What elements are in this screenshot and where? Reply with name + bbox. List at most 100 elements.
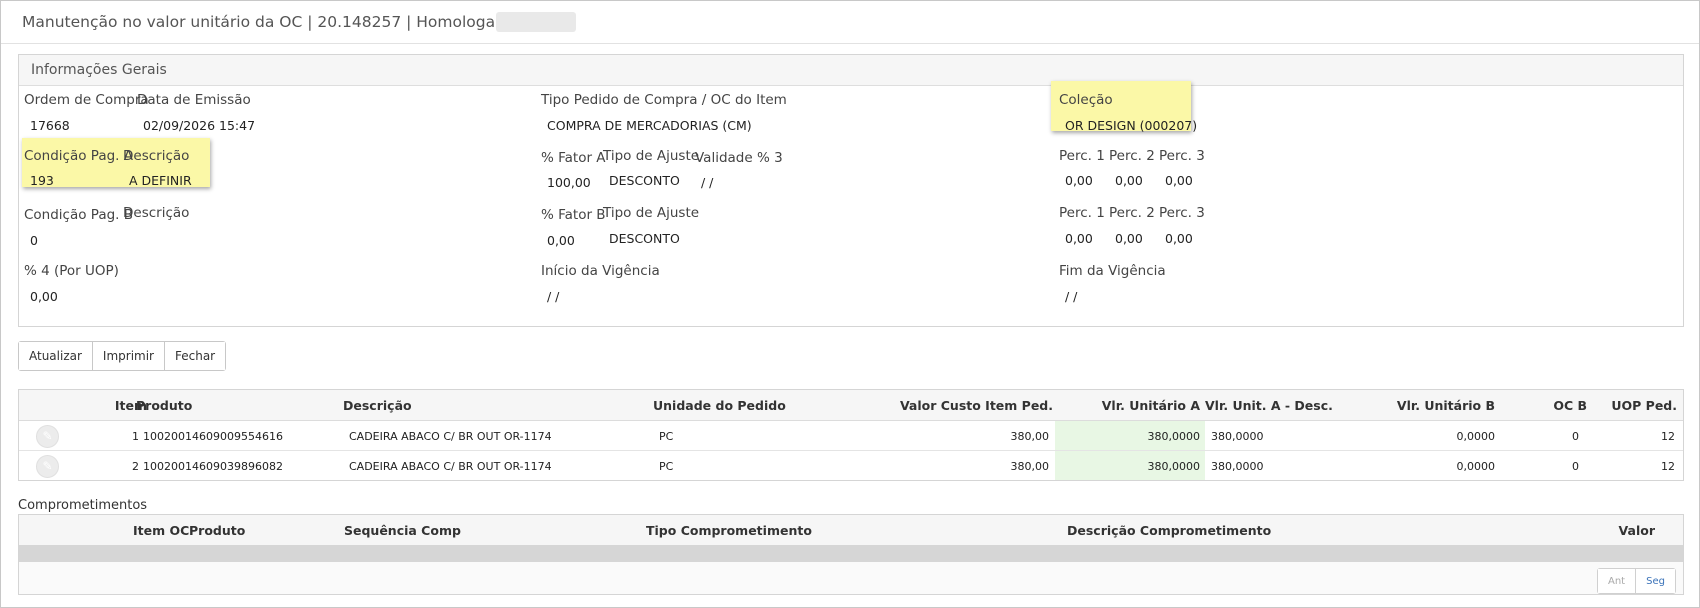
perc-b-1-label: Perc. 1 (1059, 205, 1105, 221)
row-oc-b: 0 (1572, 430, 1579, 443)
col-vlr-unit-b: Vlr. Unitário B (1396, 398, 1495, 413)
perc-a-3-label: Perc. 3 (1159, 148, 1205, 164)
commitments-table: Item OC Produto Sequência Comp Tipo Comp… (18, 514, 1684, 595)
perc-b-2-label: Perc. 2 (1109, 205, 1155, 221)
ordem-compra-value: 17668 (30, 118, 70, 133)
action-toolbar: Atualizar Imprimir Fechar (18, 341, 227, 371)
inicio-vigencia-label: Início da Vigência (541, 263, 660, 279)
fechar-button[interactable]: Fechar (165, 342, 226, 370)
app-window: Manutenção no valor unitário da OC | 20.… (0, 0, 1700, 608)
page-title: Manutenção no valor unitário da OC | 20.… (22, 13, 533, 31)
general-info-title: Informações Gerais (31, 62, 167, 78)
row-vlr-unit-a-desc: 380,0000 (1211, 460, 1264, 473)
imprimir-button[interactable]: Imprimir (92, 342, 165, 370)
perc4-label: % 4 (Por UOP) (24, 263, 119, 279)
edit-pencil-icon[interactable]: ✎ (36, 455, 59, 478)
pager-next-button[interactable]: Seg (1636, 569, 1675, 593)
row-descricao: CADEIRA ABACO C/ BR OUT OR-1174 (349, 460, 552, 473)
fator-b-value: 0,00 (547, 233, 575, 248)
row-vlr-unit-a[interactable]: 380,0000 (1059, 430, 1201, 443)
tipo-ajuste-b-value: DESCONTO (609, 231, 680, 246)
perc-b-2-value: 0,00 (1115, 231, 1143, 246)
colecao-label: Coleção (1059, 92, 1113, 108)
perc-b-3-label: Perc. 3 (1159, 205, 1205, 221)
cond-pag-a-value: 193 (30, 173, 54, 188)
col-oc-b: OC B (1553, 398, 1587, 413)
colecao-value: OR DESIGN (000207) (1065, 118, 1198, 133)
general-info-panel: Informações Gerais Ordem de Compra 17668… (18, 54, 1684, 327)
col-vlr-unit-a: Vlr. Unitário A (1101, 398, 1200, 413)
col-descricao-comp: Descrição Comprometimento (1067, 523, 1272, 538)
edit-pencil-icon[interactable]: ✎ (36, 425, 59, 448)
row-item: 2 (132, 460, 139, 473)
tipo-ajuste-a-value: DESCONTO (609, 173, 680, 188)
row-valor-custo: 380,00 (1010, 460, 1050, 473)
perc-b-1-value: 0,00 (1065, 231, 1093, 246)
table-row: ✎ 1 10020014609009554616 CADEIRA ABACO C… (19, 421, 1683, 451)
cond-pag-b-desc-label: Descrição (123, 205, 190, 221)
cond-pag-b-value: 0 (30, 233, 38, 248)
row-vlr-unit-b: 0,0000 (1456, 460, 1496, 473)
fim-vigencia-value: / / (1065, 289, 1078, 304)
ordem-compra-label: Ordem de Compra (24, 92, 149, 108)
data-emissao-value: 02/09/2026 15:47 (143, 118, 256, 133)
validade3-value: / / (701, 175, 714, 190)
data-emissao-label: Data de Emissão (137, 92, 251, 108)
row-descricao: CADEIRA ABACO C/ BR OUT OR-1174 (349, 430, 552, 443)
redacted-environment-label (496, 12, 576, 32)
general-info-header: Informações Gerais (19, 55, 1683, 86)
items-table: Item Produto Descrição Unidade do Pedido… (18, 389, 1684, 481)
row-vlr-unit-b: 0,0000 (1456, 430, 1496, 443)
perc-a-2-label: Perc. 2 (1109, 148, 1155, 164)
col-tipo: Tipo Comprometimento (646, 523, 812, 538)
col-valor: Valor (1618, 523, 1655, 538)
col-vlr-unit-a-desc: Vlr. Unit. A - Desc. (1205, 398, 1333, 413)
empty-row (19, 545, 1683, 562)
perc-a-1-value: 0,00 (1065, 173, 1093, 188)
perc4-value: 0,00 (30, 289, 58, 304)
inicio-vigencia-value: / / (547, 289, 560, 304)
tipo-pedido-label: Tipo Pedido de Compra / OC do Item (541, 92, 787, 108)
col-uop: UOP Ped. (1611, 398, 1677, 413)
cond-pag-b-label: Condição Pag. B (24, 207, 134, 223)
row-oc-b: 0 (1572, 460, 1579, 473)
col-commit-produto: Produto (189, 523, 246, 538)
row-vlr-unit-a[interactable]: 380,0000 (1059, 460, 1201, 473)
row-unidade: PC (659, 430, 674, 443)
cond-pag-a-label: Condição Pag. A (24, 148, 134, 164)
commitments-table-header: Item OC Produto Sequência Comp Tipo Comp… (19, 515, 1683, 545)
perc-a-1-label: Perc. 1 (1059, 148, 1105, 164)
row-produto: 10020014609039896082 (143, 460, 283, 473)
perc-b-3-value: 0,00 (1165, 231, 1193, 246)
validade3-label: Validade % 3 (695, 150, 783, 166)
col-produto: Produto (136, 398, 193, 413)
atualizar-button[interactable]: Atualizar (19, 342, 93, 370)
cond-pag-a-desc-value: A DEFINIR (129, 173, 192, 188)
table-row: ✎ 2 10020014609039896082 CADEIRA ABACO C… (19, 451, 1683, 480)
row-unidade: PC (659, 460, 674, 473)
col-item-oc: Item OC (133, 523, 190, 538)
row-item: 1 (132, 430, 139, 443)
col-unidade: Unidade do Pedido (653, 398, 786, 413)
pager: Ant Seg (1597, 568, 1676, 594)
commitments-title: Comprometimentos (18, 498, 148, 513)
col-sequencia: Sequência Comp (344, 523, 461, 538)
fator-b-label: % Fator B (541, 207, 606, 223)
row-uop: 12 (1661, 460, 1675, 473)
row-uop: 12 (1661, 430, 1675, 443)
row-vlr-unit-a-desc: 380,0000 (1211, 430, 1264, 443)
col-descricao: Descrição (343, 398, 412, 413)
row-valor-custo: 380,00 (1010, 430, 1050, 443)
fim-vigencia-label: Fim da Vigência (1059, 263, 1166, 279)
row-produto: 10020014609009554616 (143, 430, 283, 443)
pager-prev-button[interactable]: Ant (1598, 569, 1637, 593)
title-bar: Manutenção no valor unitário da OC | 20.… (1, 1, 1699, 44)
tipo-pedido-value: COMPRA DE MERCADORIAS (CM) (547, 118, 752, 133)
cond-pag-a-desc-label: Descrição (123, 148, 190, 164)
col-valor-custo: Valor Custo Item Ped. (899, 398, 1053, 413)
fator-a-value: 100,00 (547, 175, 591, 190)
fator-a-label: % Fator A (541, 150, 606, 166)
items-table-header: Item Produto Descrição Unidade do Pedido… (19, 390, 1683, 421)
perc-a-2-value: 0,00 (1115, 173, 1143, 188)
perc-a-3-value: 0,00 (1165, 173, 1193, 188)
